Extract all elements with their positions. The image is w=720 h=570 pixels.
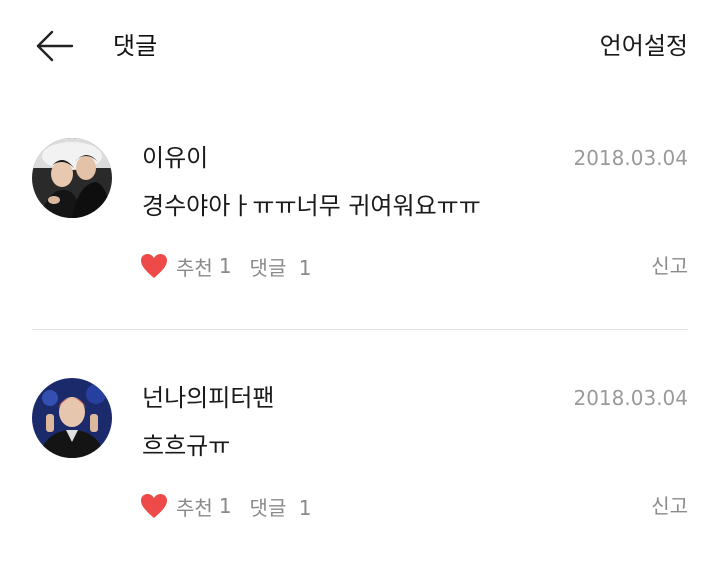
comment-actions: 추천 1 댓글 1 [140,251,311,281]
back-button[interactable] [34,26,74,66]
comment-username[interactable]: 이유이 [142,142,208,174]
like-label: 추천 [176,255,213,280]
avatar[interactable] [32,138,112,218]
top-bar: 댓글 언어설정 [0,0,720,92]
back-arrow-icon [36,30,74,62]
like-button[interactable]: 추천 1 [140,252,232,281]
heart-icon [140,253,168,279]
comment-text: 경수야아ㅏㅠㅠ너무 귀여워요ㅠㅠ [142,192,481,220]
comment-item: 넌나의피터팬 2018.03.04 흐흐규ㅠ 추천 1 댓글 1 신고 [0,370,720,570]
comment-date: 2018.03.04 [573,146,688,170]
comment-actions: 추천 1 댓글 1 [140,491,311,521]
comment-date: 2018.03.04 [573,386,688,410]
reply-label: 댓글 [249,255,287,280]
page-title: 댓글 [113,32,158,60]
reply-label: 댓글 [249,495,287,520]
reply-count: 1 [298,255,312,280]
like-label: 추천 [176,495,213,520]
avatar[interactable] [32,378,112,458]
report-button[interactable]: 신고 [651,252,688,280]
comment-username[interactable]: 넌나의피터팬 [142,382,274,414]
heart-icon [140,493,168,519]
divider [32,329,688,330]
comment-text: 흐흐규ㅠ [142,432,231,460]
comment-item: 이유이 2018.03.04 경수야아ㅏㅠㅠ너무 귀여워요ㅠㅠ 추천 1 댓글 … [0,130,720,330]
like-button[interactable]: 추천 1 [140,492,232,521]
like-count: 1 [218,254,232,278]
reply-button[interactable]: 댓글 1 [250,252,312,281]
reply-button[interactable]: 댓글 1 [250,492,312,521]
like-count: 1 [218,494,232,518]
language-settings-button[interactable]: 언어설정 [600,30,688,62]
reply-count: 1 [298,495,312,520]
report-button[interactable]: 신고 [651,492,688,520]
